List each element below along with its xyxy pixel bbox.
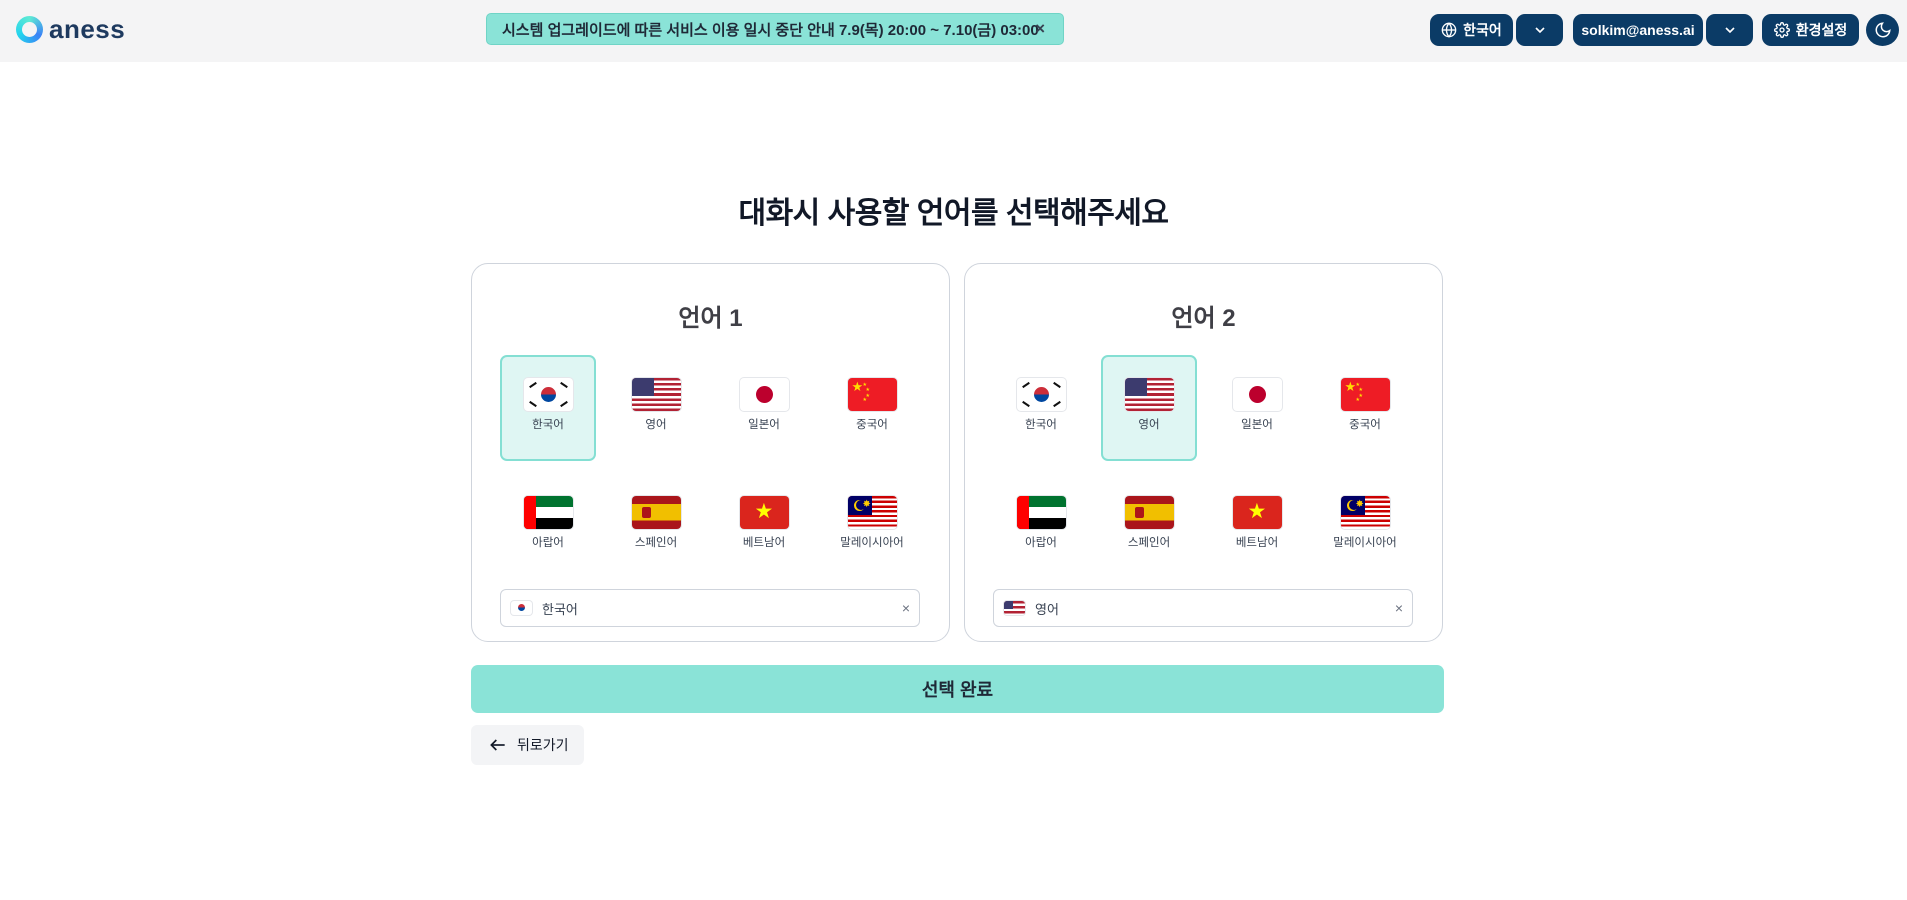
dark-mode-toggle[interactable]: [1866, 14, 1899, 46]
user-account-button[interactable]: solkim@aness.ai: [1573, 14, 1703, 46]
back-label: 뒤로가기: [517, 737, 569, 753]
usa-flag-icon: [1124, 378, 1174, 411]
top-bar: aness 시스템 업그레이드에 따른 서비스 이용 일시 중단 안내 7.9(…: [0, 0, 1907, 62]
logo-ring-icon: [16, 15, 43, 43]
language-1-select[interactable]: 한국어 ×: [500, 589, 920, 627]
vietnam-flag-icon: ★: [739, 496, 789, 529]
lang-label: 말레이시아어: [840, 537, 904, 549]
lang-label: 한국어: [1025, 419, 1057, 431]
lang-label: 아랍어: [1025, 537, 1057, 549]
lang-option-korean[interactable]: 한국어: [993, 355, 1089, 461]
aness-logo[interactable]: aness: [16, 15, 125, 43]
malaysia-flag-icon: ✸: [1340, 496, 1390, 529]
lang-label: 일본어: [748, 419, 780, 431]
settings-button[interactable]: 환경설정: [1762, 14, 1859, 46]
lang-option-malay[interactable]: ✸ 말레이시아어: [824, 473, 920, 579]
korea-flag-icon: [1016, 378, 1066, 411]
notice-text: 시스템 업그레이드에 따른 서비스 이용 일시 중단 안내 7.9(목) 20:…: [502, 21, 1039, 39]
lang-label: 중국어: [856, 419, 888, 431]
lang-option-vietnamese[interactable]: ★ 베트남어: [716, 473, 812, 579]
settings-label: 환경설정: [1795, 22, 1848, 38]
selected-language: 영어: [1035, 601, 1059, 617]
lang-label: 스페인어: [1127, 537, 1171, 549]
notice-close-icon[interactable]: ×: [1035, 19, 1045, 39]
china-flag-icon: ★ ★ ★ ★ ★: [847, 378, 897, 411]
lang-label: 베트남어: [742, 537, 786, 549]
lang-label: 스페인어: [634, 537, 678, 549]
globe-icon: [1441, 22, 1457, 38]
lang-option-english[interactable]: 영어: [608, 355, 704, 461]
japan-flag-icon: [739, 378, 789, 411]
usa-flag-icon: [1004, 601, 1025, 615]
spain-flag-icon: [1124, 496, 1174, 529]
korea-flag-icon: [523, 378, 573, 411]
uae-flag-icon: [1016, 496, 1066, 529]
user-dropdown-button[interactable]: [1706, 14, 1753, 46]
vietnam-flag-icon: ★: [1232, 496, 1282, 529]
uae-flag-icon: [523, 496, 573, 529]
lang-label: 베트남어: [1235, 537, 1279, 549]
lang-label: 말레이시아어: [1333, 537, 1397, 549]
ui-language-button[interactable]: 한국어: [1430, 14, 1513, 46]
korea-flag-icon: [511, 601, 532, 615]
clear-selection-icon[interactable]: ×: [902, 600, 910, 616]
lang-label: 한국어: [532, 419, 564, 431]
chevron-down-icon: [1724, 27, 1735, 34]
language-1-panel: 언어 1 한국어 영어 일본어 ★ ★ ★ ★ ★ 중국어 아랍어 스페인어 ★…: [471, 263, 950, 642]
china-flag-icon: ★ ★ ★ ★ ★: [1340, 378, 1390, 411]
clear-selection-icon[interactable]: ×: [1395, 600, 1403, 616]
lang-label: 영어: [645, 419, 667, 431]
lang-label: 일본어: [1241, 419, 1273, 431]
lang-option-japanese[interactable]: 일본어: [716, 355, 812, 461]
panel-title: 언어 2: [1171, 305, 1236, 332]
page-heading: 대화시 사용할 언어를 선택해주세요: [738, 197, 1169, 230]
malaysia-flag-icon: ✸: [847, 496, 897, 529]
confirm-selection-button[interactable]: 선택 완료: [471, 665, 1444, 713]
lang-option-japanese[interactable]: 일본어: [1209, 355, 1305, 461]
lang-option-vietnamese[interactable]: ★ 베트남어: [1209, 473, 1305, 579]
spain-flag-icon: [631, 496, 681, 529]
language-2-panel: 언어 2 한국어 영어 일본어 ★ ★ ★ ★ ★ 중국어 아랍어 스페인어 ★…: [964, 263, 1443, 642]
lang-option-korean[interactable]: 한국어: [500, 355, 596, 461]
user-email: solkim@aness.ai: [1581, 22, 1695, 38]
chevron-down-icon: [1534, 27, 1545, 34]
moon-icon: [1875, 22, 1891, 38]
ui-language-dropdown-button[interactable]: [1516, 14, 1563, 46]
back-button[interactable]: 뒤로가기: [471, 725, 584, 765]
lang-option-spanish[interactable]: 스페인어: [608, 473, 704, 579]
maintenance-notice-banner: 시스템 업그레이드에 따른 서비스 이용 일시 중단 안내 7.9(목) 20:…: [486, 13, 1064, 45]
lang-option-chinese[interactable]: ★ ★ ★ ★ ★ 중국어: [1317, 355, 1413, 461]
lang-option-malay[interactable]: ✸ 말레이시아어: [1317, 473, 1413, 579]
panel-title: 언어 1: [678, 305, 743, 332]
arrow-left-icon: [490, 739, 505, 751]
lang-label: 중국어: [1349, 419, 1381, 431]
logo-text: aness: [49, 14, 126, 44]
lang-option-arabic[interactable]: 아랍어: [500, 473, 596, 579]
lang-label: 영어: [1138, 419, 1160, 431]
lang-option-arabic[interactable]: 아랍어: [993, 473, 1089, 579]
usa-flag-icon: [631, 378, 681, 411]
language-2-select[interactable]: 영어 ×: [993, 589, 1413, 627]
ui-language-label: 한국어: [1463, 22, 1502, 38]
lang-option-spanish[interactable]: 스페인어: [1101, 473, 1197, 579]
lang-label: 아랍어: [532, 537, 564, 549]
gear-icon: [1773, 22, 1790, 38]
japan-flag-icon: [1232, 378, 1282, 411]
lang-option-chinese[interactable]: ★ ★ ★ ★ ★ 중국어: [824, 355, 920, 461]
lang-option-english[interactable]: 영어: [1101, 355, 1197, 461]
selected-language: 한국어: [542, 601, 578, 617]
